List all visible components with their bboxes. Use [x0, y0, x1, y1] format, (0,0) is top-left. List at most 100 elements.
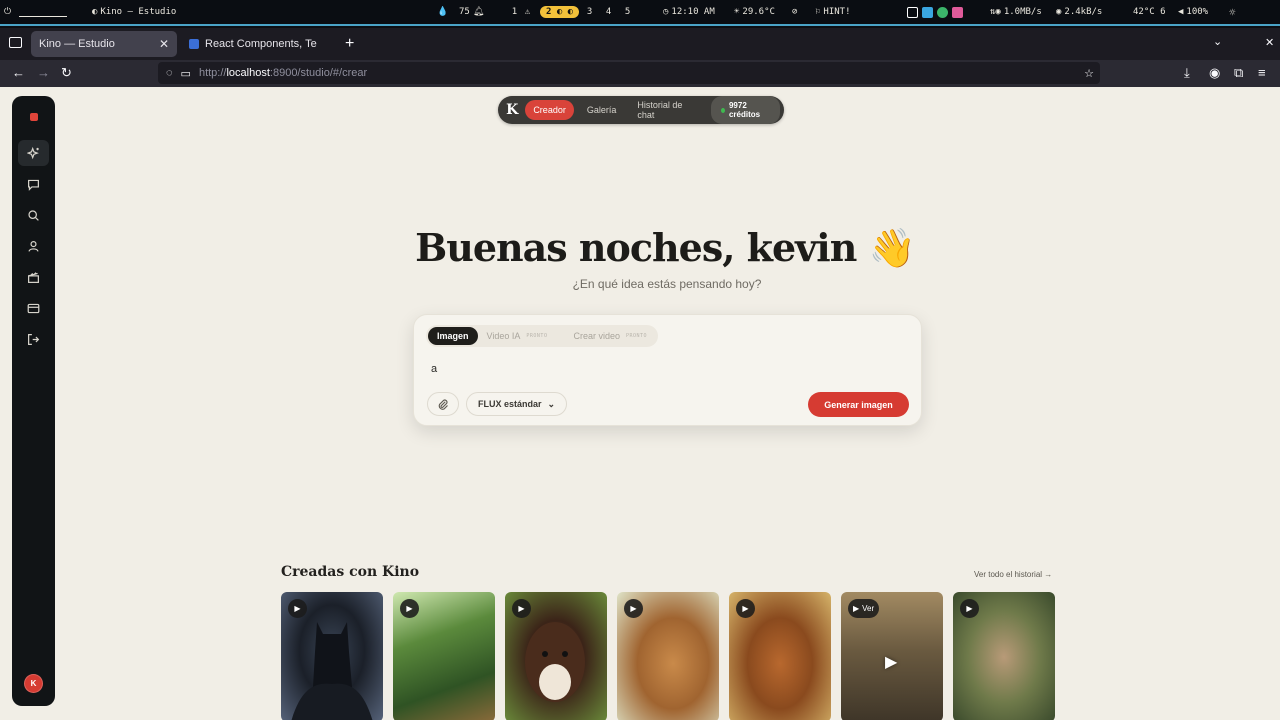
kino-logo-icon[interactable] [30, 113, 38, 121]
tab-list-icon[interactable]: ⌄ [1213, 35, 1222, 48]
gallery-title: Creadas con Kino [281, 564, 420, 580]
attach-button[interactable] [427, 392, 459, 416]
soon-badge: PRONTO [526, 333, 548, 339]
menu-icon[interactable]: ≡ [1258, 65, 1266, 80]
gallery-item-boy[interactable]: ▶ Ver ▶ [841, 592, 943, 720]
tab-imagen[interactable]: Imagen [428, 327, 478, 345]
tab-title: Kino — Estudio [39, 38, 115, 50]
back-icon[interactable]: ← [12, 65, 25, 80]
gallery-item-puppy[interactable]: ▶ [505, 592, 607, 720]
hover-view-button[interactable]: ▶ Ver [848, 599, 880, 618]
chevron-down-icon: ⌄ [547, 398, 556, 409]
hint: ⚐ HINT! [815, 7, 851, 17]
tray-app-icon[interactable] [952, 6, 963, 18]
view-history-link[interactable]: Ver todo el historial → [974, 570, 1052, 579]
weather: ☀ 29.6°C [734, 7, 775, 17]
upload-icon: ◉ [1056, 7, 1062, 17]
tab-video-ia[interactable]: Video IA PRONTO [478, 327, 557, 345]
brightness-icon[interactable]: ☼ [1229, 6, 1236, 19]
gallery-item-brown-dog[interactable]: ▶ [729, 592, 831, 720]
prompt-input[interactable]: a [431, 363, 437, 375]
reload-icon[interactable]: ↻ [61, 65, 72, 81]
gallery-item-forest[interactable]: ▶ [393, 592, 495, 720]
big-play-icon[interactable]: ▶ [885, 652, 897, 672]
window-close-icon[interactable]: ✕ [1265, 36, 1274, 49]
droplet-icon: 💧 [437, 7, 449, 17]
hint-icon: ⚐ [815, 7, 821, 17]
workspace-2[interactable]: 2 ◐ ◐ [540, 6, 580, 18]
avatar[interactable]: K [24, 674, 43, 693]
play-icon[interactable]: ▶ [736, 599, 755, 618]
play-icon[interactable]: ▶ [400, 599, 419, 618]
card-icon[interactable] [18, 295, 49, 321]
bookmark-star-icon[interactable]: ☆ [1084, 67, 1094, 80]
shield-icon[interactable]: ◌ [166, 67, 173, 79]
gallery-item-runner[interactable]: ▶ [953, 592, 1055, 720]
workspace-4[interactable]: 4 [602, 7, 615, 17]
tab-strip: Kino — Estudio ✕ React Components, Temp … [0, 28, 1280, 60]
counter: 75 🔔︎ [459, 7, 485, 17]
account-icon[interactable]: ◉ [1209, 65, 1220, 81]
volume: ◀ 100% [1178, 7, 1209, 17]
tray-app-icon[interactable] [907, 6, 918, 18]
tray-app-icon[interactable] [922, 6, 933, 18]
workspace-3[interactable]: 3 [583, 7, 596, 17]
sidebar: K [12, 96, 55, 706]
play-icon[interactable]: ▶ [624, 599, 643, 618]
credits-badge[interactable]: 9972 créditos [710, 96, 781, 124]
tab-crear-video[interactable]: Crear video PRONTO [564, 327, 656, 345]
greeting-title: Buenas noches, kevin 👋 [415, 225, 916, 270]
warning-icon: ⚠ [524, 7, 531, 17]
page: K K Creador Galería Historial de chat 99… [0, 87, 1280, 720]
no-wifi-icon: ⊘ [792, 7, 798, 17]
forward-icon[interactable]: → [37, 65, 50, 80]
kino-wordmark[interactable]: K [504, 102, 520, 118]
cpu-temp: 42°C 6 [1133, 7, 1166, 17]
tray-app-icon[interactable] [937, 6, 948, 18]
tab-overview-icon[interactable] [9, 37, 22, 48]
paperclip-icon [438, 399, 448, 410]
play-icon[interactable]: ▶ [288, 599, 307, 618]
greeting-subtitle: ¿En qué idea estás pensando hoy? [572, 277, 762, 291]
net-up: ◉ 2.4kB/s [1056, 7, 1103, 17]
close-icon[interactable]: ✕ [159, 37, 169, 51]
network-icon: ⇅◉ [990, 7, 1001, 17]
soon-badge: PRONTO [625, 333, 648, 339]
nav-creador[interactable]: Creador [525, 100, 574, 120]
launcher-icon[interactable]: ⏻ [4, 7, 11, 17]
workspace-1[interactable]: 1 [508, 7, 521, 17]
logout-icon[interactable] [18, 326, 49, 352]
nav-historial[interactable]: Historial de chat [629, 95, 698, 125]
favicon-icon [189, 39, 199, 49]
mode-tabs: Imagen Video IA PRONTO Crear video PRONTO [426, 325, 659, 347]
page-info-icon[interactable]: ▭ [181, 67, 191, 80]
net-down: ⇅◉ 1.0MB/s [990, 7, 1042, 17]
model-select[interactable]: FLUX estándar ⌄ [466, 392, 568, 416]
nav-bar: ← → ↻ ◌ ▭ http://localhost:8900/studio/#… [0, 60, 1280, 87]
tab-kino[interactable]: Kino — Estudio ✕ [31, 31, 177, 57]
sparkle-icon[interactable] [18, 140, 49, 166]
gallery-item-golden-dog[interactable]: ▶ [617, 592, 719, 720]
url-text[interactable]: http://localhost:8900/studio/#/crear [199, 67, 367, 79]
system-bar: ⏻ ◐ Kino — Estudio 💧 75 🔔︎ 1 ⚠ 2 ◐ ◐ 3 4 5… [0, 0, 1280, 26]
extensions-icon[interactable]: ⧉ [1234, 65, 1243, 81]
nav-galeria[interactable]: Galería [579, 100, 625, 120]
tab-react-components[interactable]: React Components, Temp [181, 31, 331, 57]
generate-button[interactable]: Generar imagen [808, 392, 909, 417]
workspace-5[interactable]: 5 [621, 7, 634, 17]
tab-title: React Components, Temp [205, 38, 317, 50]
play-icon[interactable]: ▶ [960, 599, 979, 618]
play-icon[interactable]: ▶ [512, 599, 531, 618]
bell-icon: 🔔︎ [472, 7, 485, 17]
composer: Imagen Video IA PRONTO Crear video PRONTO … [413, 314, 922, 426]
window-title-text: Kino — Estudio [100, 7, 177, 17]
chat-icon[interactable] [18, 171, 49, 197]
speaker-icon: ◀ [1178, 7, 1184, 17]
top-navigation: K Creador Galería Historial de chat 9972… [498, 96, 784, 124]
gallery-item-batman[interactable]: ▶ [281, 592, 383, 720]
window-title: ◐ Kino — Estudio [92, 7, 176, 17]
downloads-icon[interactable]: ⤓ [1184, 65, 1190, 81]
new-tab-icon[interactable]: + [345, 35, 354, 53]
workspaces: 1 ⚠ 2 ◐ ◐ 3 4 5 [508, 6, 634, 18]
url-bar[interactable]: ◌ ▭ http://localhost:8900/studio/#/crear… [158, 62, 1100, 84]
